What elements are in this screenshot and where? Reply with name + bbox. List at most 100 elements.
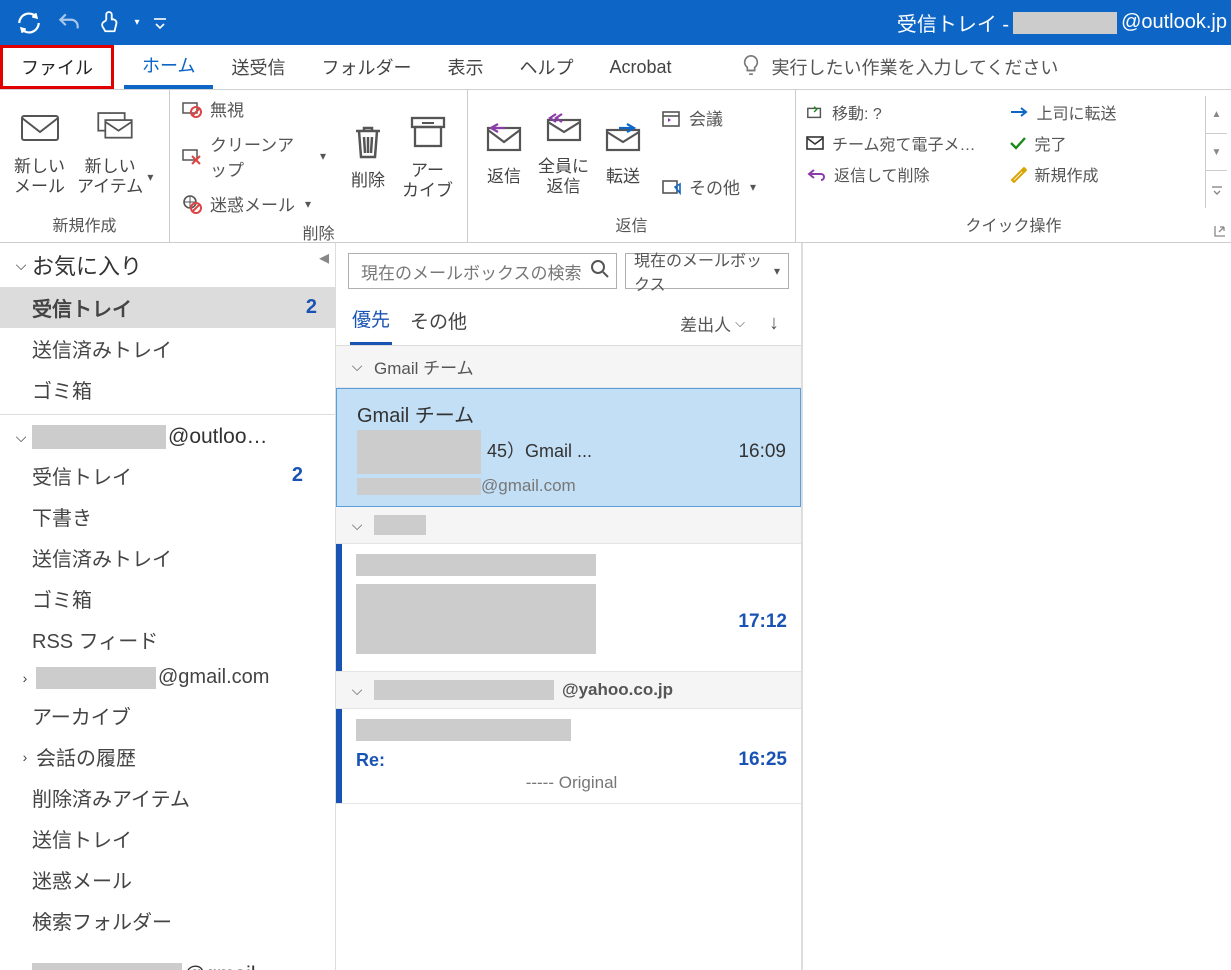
message-time: 16:09 [738,441,786,463]
nav-item[interactable]: 迷惑メール [0,859,335,900]
nav-account-1-redact [32,425,166,448]
reply-all-button[interactable]: 全員に 返信 [536,103,591,202]
message-time: 16:25 [738,749,787,771]
focused-tab[interactable]: 優先 [350,301,392,345]
qs-move-to[interactable]: 移動: ? [800,96,999,127]
message-group-header[interactable]: ⌵Gmail チーム [336,346,801,388]
nav-item[interactable]: 削除済みアイテム [0,777,335,818]
cleanup-icon [182,146,202,166]
message-from [356,719,787,747]
forward-button[interactable]: 転送 [599,113,647,191]
nav-item-label: 送信トレイ [32,824,132,853]
sync-icon-button[interactable] [10,3,48,43]
tell-me-search[interactable]: 実行したい作業を入力してください [740,54,1059,81]
tab-help[interactable]: ヘルプ [501,45,591,89]
nav-item[interactable]: 受信トレイ2 [0,455,335,496]
reply-icon [482,117,526,159]
qs-scroll-more[interactable] [1206,171,1227,208]
reply-all-label: 全員に 返信 [538,157,589,198]
nav-collapse-button[interactable]: ◂ [319,245,329,270]
qs-scroll-up[interactable]: ▲ [1206,96,1227,134]
meeting-button[interactable]: 会議 [661,105,756,130]
nav-item[interactable]: 送信済みトレイ [0,328,335,369]
qs-move-label: 移動: ? [832,100,882,124]
new-mail-button[interactable]: 新しい メール [12,103,67,202]
new-item-button[interactable]: 新しい アイテム ▾ [75,103,155,202]
nav-item[interactable]: 下書き [0,496,335,537]
nav-item[interactable]: ›@gmail.com [0,660,335,695]
chevron-down-icon: ▾ [145,170,153,184]
tab-send-receive[interactable]: 送受信 [213,45,303,89]
nav-item[interactable]: ゴミ箱 [0,369,335,410]
cleanup-button[interactable]: クリーンアップ▾ [182,131,326,181]
nav-favorites-header[interactable]: ⌵ お気に入り [0,243,335,287]
nav-account-1-header[interactable]: ⌵ @outloo… [0,419,335,455]
message-group-header[interactable]: ⌵@yahoo.co.jp [336,672,801,709]
delete-label: 削除 [351,171,385,191]
nav-account-2-header[interactable]: ⌵ @gmail… [0,957,335,970]
sort-by-dropdown[interactable]: 差出人 ⌵ [680,311,745,336]
group-title-respond: 返信 [468,208,795,242]
ignore-button[interactable]: 無視 [182,96,326,121]
chevron-icon: › [16,749,34,765]
nav-item-label: 受信トレイ [32,461,132,490]
forward-icon [601,117,645,159]
junk-label: 迷惑メール [210,191,295,216]
message-item[interactable]: 17:12 [336,544,801,672]
nav-item[interactable]: 受信トレイ2 [0,287,335,328]
reply-button[interactable]: 返信 [480,113,528,191]
reply-label: 返信 [487,167,521,187]
qs-forward-boss-label: 上司に転送 [1037,100,1117,124]
archive-button[interactable]: アー カイブ [400,107,455,206]
qs-create-new[interactable]: 新規作成 [1003,158,1202,189]
junk-button[interactable]: 迷惑メール▾ [182,191,326,216]
message-group-header[interactable]: ⌵ [336,507,801,544]
message-preview: @gmail.com [357,476,786,496]
group-name-redact [374,515,426,535]
delete-button[interactable]: 削除 [344,117,392,195]
quick-steps-launcher[interactable] [1213,224,1227,238]
undo-icon-button[interactable] [50,3,88,43]
tab-folder[interactable]: フォルダー [303,45,429,89]
message-from [356,554,787,582]
chevron-down-icon: ⌵ [348,358,366,375]
tab-view[interactable]: 表示 [429,45,501,89]
qs-scroll-down[interactable]: ▼ [1206,134,1227,172]
nav-item[interactable]: 送信トレイ [0,818,335,859]
nav-item[interactable]: ゴミ箱 [0,578,335,619]
tab-home[interactable]: ホーム [124,45,213,89]
nav-item-label: 迷惑メール [32,865,132,894]
qs-reply-delete[interactable]: 返信して削除 [800,158,999,189]
mailbox-search-input[interactable]: 現在のメールボックスの検索 [348,253,617,289]
nav-item[interactable]: ›会話の履歴 [0,736,335,777]
tab-acrobat[interactable]: Acrobat [591,45,689,89]
qs-forward-boss[interactable]: 上司に転送 [1003,96,1202,127]
search-scope-dropdown[interactable]: 現在のメールボックス ▾ [625,253,789,289]
respond-other-button[interactable]: その他▾ [661,174,756,199]
message-item[interactable]: Re:16:25----- Original [336,709,801,804]
sort-direction-button[interactable]: ↓ [761,312,787,335]
junk-icon [182,194,202,214]
qs-team-mail[interactable]: チーム宛て電子メ… [800,127,999,158]
nav-item[interactable]: 送信済みトレイ [0,537,335,578]
group-title-quick: クイック操作 [796,208,1231,242]
reply-all-icon [542,107,586,149]
message-subject: Re: [356,750,385,771]
tab-file[interactable]: ファイル [0,45,114,89]
touch-mode-dropdown[interactable]: ▾ [130,17,144,28]
nav-item[interactable]: 検索フォルダー [0,900,335,941]
touch-mode-icon-button[interactable] [90,3,128,43]
reading-pane [803,243,1231,970]
qs-done[interactable]: 完了 [1003,127,1202,158]
message-item[interactable]: Gmail チーム45）Gmail ...16:09@gmail.com [336,388,801,507]
qat-customize-icon-button[interactable] [146,3,174,43]
nav-item-redact [36,667,156,689]
nav-item[interactable]: RSS フィード [0,619,335,660]
nav-item[interactable]: アーカイブ [0,695,335,736]
other-tab[interactable]: その他 [408,303,469,344]
qs-gallery-scroll: ▲ ▼ [1205,96,1227,208]
tell-me-placeholder: 実行したい作業を入力してください [772,54,1059,80]
nav-item-label: 受信トレイ [32,293,132,322]
ignore-label: 無視 [210,96,244,121]
qs-team-mail-label: チーム宛て電子メ… [832,131,976,155]
